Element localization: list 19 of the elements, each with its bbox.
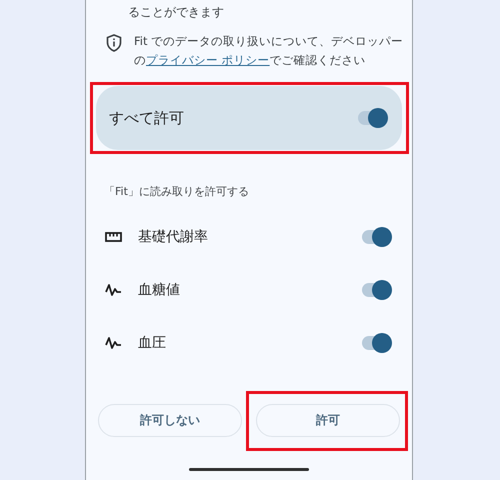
allow-all-row[interactable]: すべて許可	[96, 86, 402, 150]
permission-label: 血圧	[138, 334, 167, 352]
toggle-switch[interactable]	[362, 336, 390, 350]
section-label: 「Fit」に読み取りを許可する	[103, 184, 250, 200]
allow-all-label: すべて許可	[109, 108, 184, 129]
privacy-policy-link[interactable]: プライバシー ポリシー	[146, 53, 270, 67]
permission-label: 基礎代謝率	[138, 228, 209, 246]
dialog-button[interactable]: 許可	[256, 404, 400, 436]
privacy-text: Fit でのデータの取り扱いについて、デベロッパーのプライバシー ポリシーでご確認ください	[134, 33, 404, 69]
info-shield-icon	[106, 34, 122, 52]
toggle-switch[interactable]	[362, 230, 390, 244]
ruler-icon	[105, 232, 122, 242]
description-text: ることができます	[127, 4, 225, 21]
toggle-switch[interactable]	[358, 111, 386, 125]
pulse-icon	[105, 336, 122, 350]
permission-label: 血糖値	[138, 280, 181, 300]
toggle-switch[interactable]	[362, 283, 390, 297]
pulse-icon	[105, 283, 122, 297]
dialog-button[interactable]: 許可しない	[98, 404, 242, 436]
